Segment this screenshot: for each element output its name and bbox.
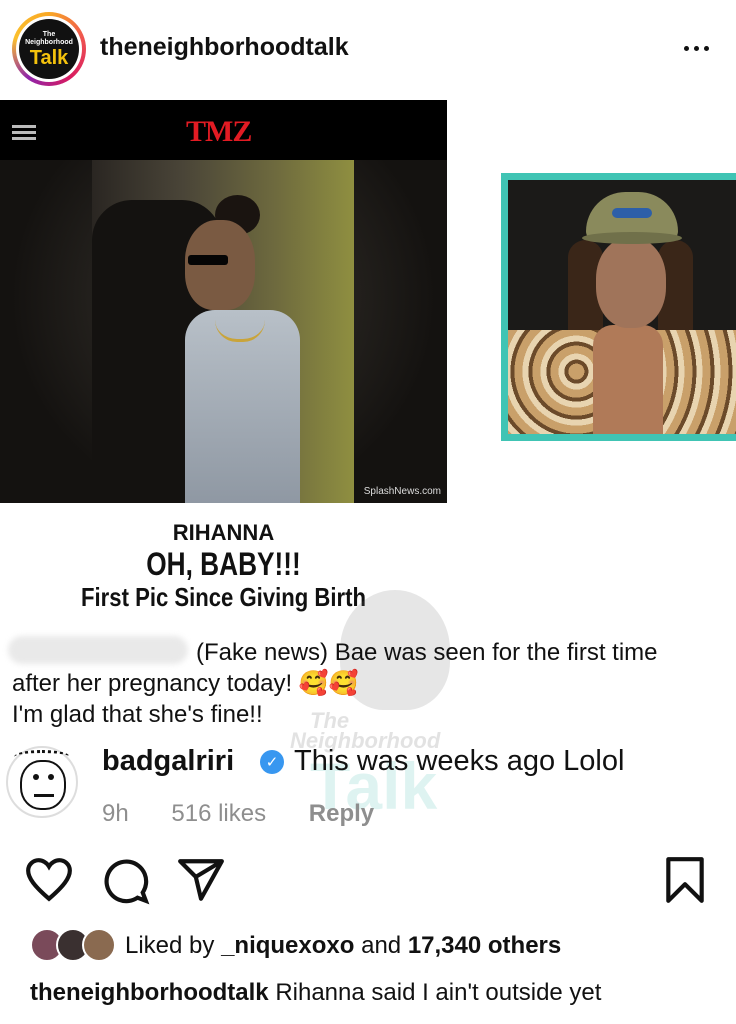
photo-credit: SplashNews.com: [363, 486, 441, 497]
image-caption: (Fake news) Bae was seen for the first t…: [12, 639, 658, 728]
caption-username[interactable]: theneighborhoodtalk: [30, 979, 269, 1006]
account-avatar[interactable]: The Neighborhood Talk: [12, 12, 86, 86]
avatar-logo-small-text: The Neighborhood: [25, 30, 73, 46]
post-image[interactable]: TMZ SplashNews.com RIHANNA OH, BABY!!! F…: [0, 100, 736, 835]
bookmark-icon[interactable]: [660, 855, 710, 905]
likes-summary[interactable]: Liked by _niquexoxo and 17,340 others: [30, 928, 720, 964]
headline-main: OH, BABY!!!: [146, 546, 301, 582]
post-actions: [0, 855, 736, 915]
liker-avatars: [30, 928, 120, 962]
inset-photo: [508, 180, 736, 434]
comment-meta: 9h 516 likes Reply: [102, 800, 410, 828]
inset-photo-frame: [501, 173, 736, 441]
comment-text: This was weeks ago Lolol: [294, 745, 625, 777]
post-header: The Neighborhood Talk theneighborhoodtal…: [0, 0, 736, 100]
account-username[interactable]: theneighborhoodtalk: [100, 33, 349, 62]
comment-likes: 516 likes: [171, 800, 267, 827]
heart-icon[interactable]: [24, 855, 74, 905]
send-icon[interactable]: [176, 855, 226, 905]
more-options-icon[interactable]: [676, 36, 716, 60]
post-caption: theneighborhoodtalk Rihanna said I ain't…: [30, 979, 730, 1007]
likes-count[interactable]: 17,340 others: [408, 932, 561, 959]
tmz-screenshot: TMZ SplashNews.com: [0, 100, 447, 503]
menu-icon: [12, 125, 36, 143]
comment-reply: Reply: [308, 800, 375, 827]
liker-avatar: [82, 928, 116, 962]
comment-username: badgalriri: [102, 745, 235, 777]
likes-text: Liked by _niquexoxo and 17,340 others: [125, 932, 562, 959]
caption-text: Rihanna said I ain't outside yet: [268, 979, 602, 1006]
liker-username[interactable]: _niquexoxo: [221, 932, 354, 959]
tmz-photo: SplashNews.com: [0, 160, 447, 503]
headline-name: RIHANNA: [172, 520, 275, 545]
comment-time: 9h: [102, 800, 129, 827]
comment-avatar: [6, 746, 78, 818]
avatar-logo-text: Talk: [29, 46, 69, 69]
tmz-logo: TMZ: [186, 115, 252, 148]
verified-badge-icon: ✓: [260, 750, 284, 774]
comment-icon[interactable]: [100, 855, 150, 905]
